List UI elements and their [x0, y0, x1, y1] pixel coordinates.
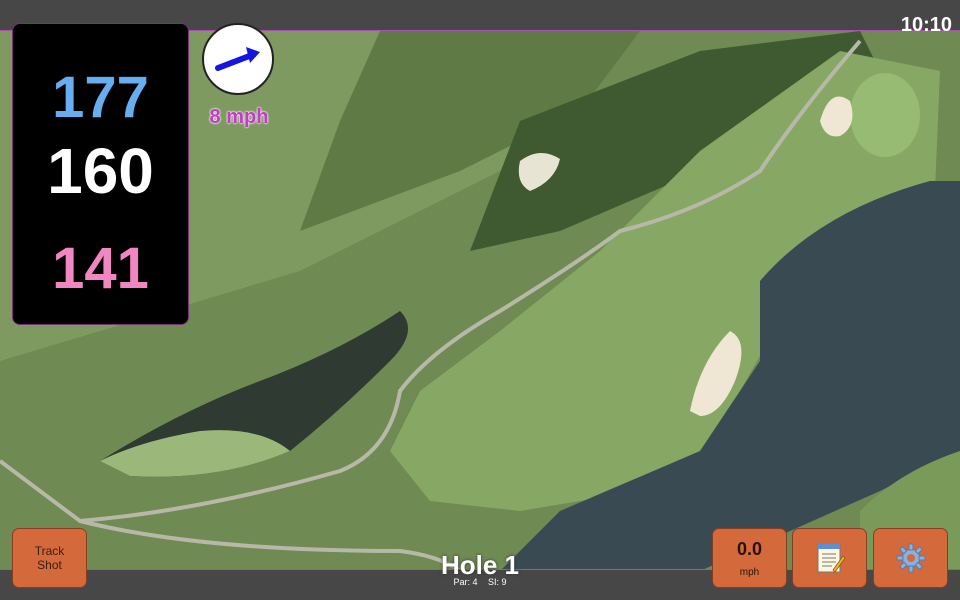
settings-button[interactable]: [873, 528, 948, 588]
speed-unit: mph: [739, 567, 760, 578]
gear-icon: [896, 543, 925, 573]
distance-middle: 160: [47, 135, 154, 207]
distance-panel: 177 160 141: [12, 23, 189, 325]
track-shot-button[interactable]: Track Shot: [12, 528, 87, 588]
notes-button[interactable]: [792, 528, 867, 588]
hole-info: Par: 4 SI: 9: [380, 577, 580, 587]
speed-value: 0.0: [736, 539, 763, 559]
wind-direction-indicator: [202, 23, 274, 95]
hole-par: Par: 4: [453, 577, 478, 587]
clock: 10:10: [900, 14, 952, 36]
speed-button[interactable]: 0.0 mph: [712, 528, 787, 588]
arrow-right-up-icon: [215, 47, 260, 71]
track-shot-label: Track Shot: [34, 543, 65, 572]
distance-back: 177: [52, 65, 149, 130]
notepad-icon: [817, 544, 845, 573]
green-putting-surface: [850, 73, 920, 157]
distance-front: 141: [52, 236, 149, 301]
wind-speed: 8 mph: [209, 106, 269, 128]
hole-stroke-index: SI: 9: [488, 577, 507, 587]
